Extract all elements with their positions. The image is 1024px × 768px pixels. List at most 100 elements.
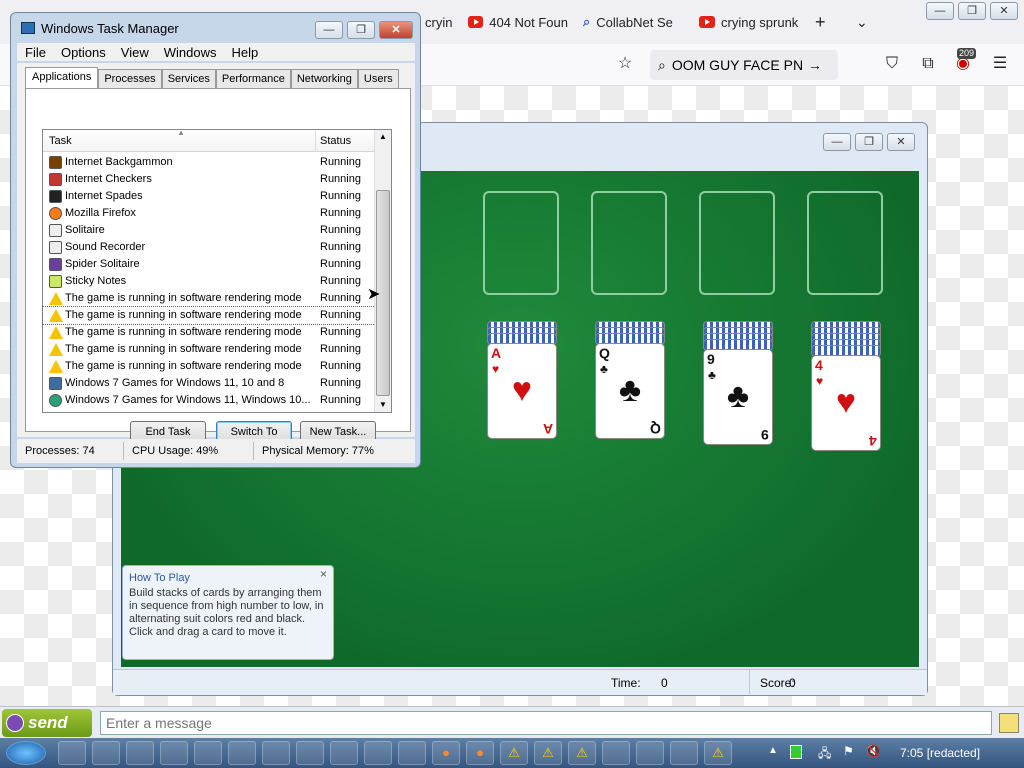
menu-item-windows[interactable]: Windows [164,45,217,60]
browser-close-button[interactable]: ✕ [990,2,1018,20]
minimize-button[interactable]: — [315,21,343,39]
clock[interactable]: 7:05 [redacted] [900,746,980,760]
task-row[interactable]: Sticky Notes Running [43,273,375,290]
browser-minimize-button[interactable]: — [926,2,954,20]
pocket-icon[interactable]: ⛉ [882,54,902,74]
games-web-icon [49,394,62,407]
solitaire-close-button[interactable]: ✕ [887,133,915,151]
task-row[interactable]: Solitaire Running [43,222,375,239]
column-header-status[interactable]: Status [320,135,351,147]
solitaire-icon[interactable] [398,741,426,765]
warning-icon[interactable]: ⚠ [500,741,528,765]
foundation-slot[interactable] [483,191,559,295]
spades-icon[interactable] [670,741,698,765]
battery-icon[interactable] [790,745,802,759]
addon-icon[interactable]: ◉ 209 [953,48,977,74]
browser-restore-button[interactable]: ❐ [958,2,986,20]
tab-services[interactable]: Services [161,69,216,89]
foundation-slot[interactable] [699,191,775,295]
edge-icon[interactable] [296,741,324,765]
warning-icon[interactable]: ⚠ [568,741,596,765]
emoticon-icon[interactable] [999,713,1019,733]
scroll-up-icon[interactable]: ▲ [379,132,387,141]
menu-item-help[interactable]: Help [231,45,258,60]
network-icon[interactable]: 🖧 [818,744,831,765]
browser-tab[interactable]: 404 Not Foun [468,10,568,34]
scrollbar[interactable]: ▲ ▼ [374,130,391,412]
browser-tab[interactable]: crying sprunk [699,10,799,34]
task-row[interactable]: Internet Checkers Running [43,171,375,188]
task-row[interactable]: The game is running in software renderin… [43,341,375,358]
task-status: Running [320,207,361,219]
foundation-slot[interactable] [591,191,667,295]
task-row[interactable]: Windows 7 Games for Windows 11, Windows … [43,392,375,409]
tab-list-chevron-icon[interactable]: ⌄ [856,10,868,34]
column-header-task[interactable]: Task [49,135,72,147]
spider-solitaire-icon [49,258,62,271]
bluetooth-icon[interactable] [160,741,188,765]
flag-icon[interactable]: ⚑ [843,744,854,758]
tab-performance[interactable]: Performance [215,69,291,89]
solitaire-minimize-button[interactable]: — [823,133,851,151]
task-row[interactable]: Spider Solitaire Running [43,256,375,273]
browser-tab[interactable]: ⌕ CollabNet Se [583,10,679,34]
notepad-icon[interactable] [228,741,256,765]
task-row[interactable]: The game is running in software renderin… [43,290,375,307]
volume-muted-icon[interactable]: 🔇 [866,744,881,758]
firefox-icon[interactable]: ● [466,741,494,765]
firefox-icon[interactable]: ● [432,741,460,765]
face-up-card[interactable]: Q ♣ ♣ Q [595,343,665,439]
task-row[interactable]: Sound Recorder Running [43,239,375,256]
printer-icon[interactable] [262,741,290,765]
menu-icon[interactable]: ☰ [990,54,1010,74]
menu-item-options[interactable]: Options [61,45,106,60]
applications-panel: Task ▲ Status Internet Backgammon Running… [25,88,411,443]
task-row[interactable]: Mozilla Firefox Running [43,205,375,222]
windows-orb-icon[interactable] [6,741,46,765]
task-list[interactable]: Task ▲ Status Internet Backgammon Running… [42,128,392,413]
checkers-icon[interactable] [636,741,664,765]
solitaire-restore-button[interactable]: ❐ [855,133,883,151]
task-row[interactable]: Windows 7 Games for Windows 11, 10 and 8… [43,375,375,392]
tab-networking[interactable]: Networking [290,69,358,89]
menu-item-file[interactable]: File [25,45,46,60]
tab-applications[interactable]: Applications [25,67,99,89]
task-row[interactable]: The game is running in software renderin… [43,324,375,341]
menu-item-view[interactable]: View [121,45,149,60]
scroll-down-icon[interactable]: ▼ [379,400,387,409]
tab-processes[interactable]: Processes [98,69,162,89]
folder-icon[interactable] [330,741,358,765]
task-status: Running [320,343,361,355]
tray-expand-icon[interactable]: ▲ [768,745,778,756]
task-manager-icon[interactable] [58,741,86,765]
task-row[interactable]: The game is running in software renderin… [43,358,375,375]
tab-users[interactable]: Users [357,69,399,89]
youtube-icon [699,16,715,28]
snipping-icon[interactable] [126,741,154,765]
send-button[interactable]: send [2,709,92,737]
message-input[interactable] [100,711,992,735]
foundation-slot[interactable] [807,191,883,295]
face-up-card[interactable]: 4 ♥ ♥ 4 [811,355,881,451]
task-row[interactable]: Internet Backgammon Running [43,154,375,171]
search-field[interactable]: ⌕ OOM GUY FACE PNG → [650,50,838,80]
task-row[interactable]: Internet Spades Running [43,188,375,205]
extensions-icon[interactable]: ⧉ [918,54,938,74]
task-row[interactable]: The game is running in software renderin… [42,306,376,325]
browser-tab[interactable]: cryin [425,10,461,34]
folder-icon[interactable] [194,741,222,765]
close-button[interactable]: ✕ [379,21,413,39]
backgammon-icon[interactable] [602,741,630,765]
document-icon[interactable] [92,741,120,765]
warning-icon[interactable]: ⚠ [534,741,562,765]
card-rank: 9 [761,427,769,443]
warning-icon[interactable]: ⚠ [704,741,732,765]
maximize-button[interactable]: ❐ [347,21,375,39]
face-up-card[interactable]: 9 ♣ ♣ 9 [703,349,773,445]
checkers-icon[interactable] [364,741,392,765]
bookmark-star-icon[interactable]: ☆ [615,54,635,74]
new-tab-button[interactable]: + [815,10,826,34]
arrow-right-icon[interactable]: → [808,57,822,73]
face-up-card[interactable]: A ♥ ♥ A [487,343,557,439]
close-icon[interactable]: × [320,568,327,581]
